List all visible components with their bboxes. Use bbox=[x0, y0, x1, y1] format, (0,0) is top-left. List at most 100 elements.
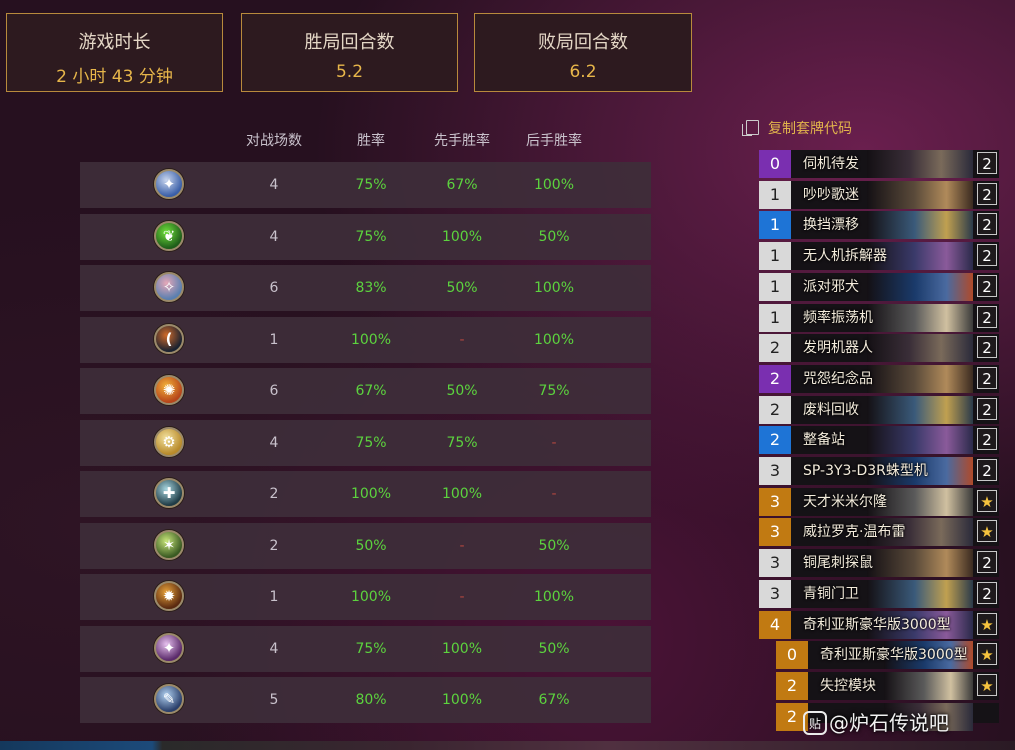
deck-card-row[interactable]: 0 伺机待发 2 bbox=[759, 150, 999, 178]
deck-card-row[interactable]: 1 频率振荡机 2 bbox=[759, 303, 999, 332]
deck-card-row[interactable]: 3 威拉罗克·温布雷 ★ bbox=[759, 518, 999, 547]
first-cell: 50% bbox=[446, 280, 478, 296]
deck-card-row[interactable]: 3 青铜门卫 2 bbox=[759, 579, 999, 608]
table-row: (1 100% - 100% bbox=[80, 316, 651, 363]
deck-card-row[interactable]: 1 吵吵歌迷 2 bbox=[759, 180, 999, 209]
first-cell: - bbox=[459, 331, 465, 348]
winrate-cell: 100% bbox=[350, 589, 392, 605]
legendary-star-icon: ★ bbox=[977, 612, 997, 635]
winrate-cell: 50% bbox=[355, 537, 387, 554]
warlock-hero-icon: ✺ bbox=[154, 375, 184, 405]
first-cell: 100% bbox=[441, 640, 483, 657]
mana-cost: 1 bbox=[759, 180, 791, 209]
table-row: ✧ 6 83% 50% 100% bbox=[80, 265, 651, 311]
winrate-cell: 67% bbox=[355, 383, 387, 399]
card-name: 奇利亚斯豪华版3000型 bbox=[820, 647, 968, 664]
deck-card-row[interactable]: 2 咒怨纪念品 2 bbox=[759, 364, 999, 393]
card-name: 奇利亚斯豪华版3000型 bbox=[803, 616, 951, 633]
deck-card-row[interactable]: 2 整备站 2 bbox=[759, 426, 999, 455]
card-count: 2 bbox=[977, 397, 997, 420]
card-art bbox=[867, 303, 973, 332]
mana-cost: 3 bbox=[759, 457, 791, 485]
playtime-title: 游戏时长 bbox=[78, 32, 151, 53]
winrate-cell: 100% bbox=[350, 486, 392, 502]
card-name: 换挡漂移 bbox=[803, 217, 859, 234]
card-name: 吵吵歌迷 bbox=[803, 186, 859, 203]
second-cell: 100% bbox=[533, 280, 575, 296]
loss-turns-title: 败局回合数 bbox=[538, 32, 628, 53]
header-second-winrate: 后手胜率 bbox=[526, 133, 582, 149]
deck-card-row[interactable]: 2 失控模块 ★ bbox=[776, 671, 999, 700]
second-cell: 50% bbox=[538, 537, 570, 554]
mana-cost: 3 bbox=[759, 518, 791, 547]
mana-cost: 1 bbox=[759, 242, 791, 271]
mana-cost: 1 bbox=[759, 211, 791, 240]
deck-card-row[interactable]: 2 发明机器人 2 bbox=[759, 334, 999, 363]
card-art bbox=[884, 671, 973, 700]
copy-deck-code-button[interactable]: 复制套牌代码 bbox=[742, 118, 852, 138]
winrate-cell: 100% bbox=[350, 331, 392, 348]
mana-cost: 1 bbox=[759, 303, 791, 332]
deck-card-row[interactable]: 3 SP-3Y3-D3R蛛型机 2 bbox=[759, 457, 999, 485]
games-cell: 6 bbox=[269, 280, 279, 296]
deck-card-row[interactable]: 0 奇利亚斯豪华版3000型 ★ bbox=[776, 641, 999, 670]
deck-card-row[interactable]: 1 派对邪犬 2 bbox=[759, 272, 999, 301]
card-name: 失控模块 bbox=[820, 677, 876, 694]
games-cell: 4 bbox=[269, 640, 279, 657]
druid-hero-icon: ❦ bbox=[154, 220, 184, 251]
demon-hunter-hero-icon: ✹ bbox=[154, 581, 184, 611]
card-art bbox=[867, 334, 973, 363]
win-turns-value: 5.2 bbox=[335, 62, 364, 82]
card-count: 2 bbox=[977, 459, 997, 481]
header-first-winrate: 先手胜率 bbox=[434, 133, 490, 149]
games-cell: 4 bbox=[269, 228, 279, 245]
deck-card-row[interactable]: 3 铜尾刺探鼠 2 bbox=[759, 549, 999, 578]
card-art bbox=[867, 272, 973, 301]
legendary-star-icon: ★ bbox=[977, 673, 997, 696]
loss-turns-card: 败局回合数 6.2 bbox=[474, 13, 692, 92]
winrate-cell: 75% bbox=[355, 434, 387, 451]
card-count: 2 bbox=[977, 213, 997, 236]
second-cell: 100% bbox=[533, 331, 575, 348]
card-name: 青铜门卫 bbox=[803, 585, 859, 602]
rogue-hero-icon: ✶ bbox=[154, 529, 184, 560]
warrior-hero-icon: ✚ bbox=[154, 478, 184, 508]
card-name: 威拉罗克·温布雷 bbox=[803, 524, 906, 541]
bottom-strip bbox=[0, 741, 1015, 750]
mana-cost: 3 bbox=[759, 579, 791, 608]
table-row: ✚ 2 100% 100% - bbox=[80, 471, 651, 517]
card-art bbox=[867, 150, 973, 178]
card-count: 2 bbox=[977, 336, 997, 359]
mana-cost: 2 bbox=[759, 426, 791, 455]
card-art bbox=[867, 579, 973, 608]
first-cell: 75% bbox=[446, 434, 478, 451]
card-name: 频率振荡机 bbox=[803, 309, 873, 326]
watermark: 贴 @炉石传说吧 bbox=[803, 707, 949, 736]
deck-card-row[interactable]: 1 换挡漂移 2 bbox=[759, 211, 999, 240]
card-name: SP-3Y3-D3R蛛型机 bbox=[803, 463, 928, 479]
card-art bbox=[867, 549, 973, 578]
first-cell: - bbox=[459, 537, 465, 554]
deck-card-row[interactable]: 3 天才米米尔隆 ★ bbox=[759, 487, 999, 516]
watermark-text: @炉石传说吧 bbox=[829, 711, 949, 735]
card-count: 2 bbox=[977, 152, 997, 174]
second-cell: 67% bbox=[538, 692, 570, 708]
deck-card-row[interactable]: 2 废料回收 2 bbox=[759, 395, 999, 424]
playtime-card: 游戏时长 2 小时 43 分钟 bbox=[6, 13, 223, 92]
table-row: ✦ 4 75% 100% 50% bbox=[80, 625, 651, 672]
second-cell: 100% bbox=[533, 589, 575, 605]
second-cell: 50% bbox=[538, 228, 570, 245]
tieba-icon: 贴 bbox=[803, 711, 827, 735]
card-art bbox=[867, 180, 973, 209]
card-art bbox=[867, 211, 973, 240]
priest-hero-icon: ✦ bbox=[154, 632, 184, 663]
deck-card-row[interactable]: 4 奇利亚斯豪华版3000型 ★ bbox=[759, 610, 999, 639]
mana-cost: 4 bbox=[759, 610, 791, 639]
games-cell: 2 bbox=[269, 486, 279, 502]
deck-card-row[interactable]: 1 无人机拆解器 2 bbox=[759, 242, 999, 271]
win-turns-card: 胜局回合数 5.2 bbox=[241, 13, 458, 92]
card-count: 2 bbox=[977, 551, 997, 574]
card-count: 2 bbox=[977, 581, 997, 604]
mana-cost: 2 bbox=[759, 364, 791, 393]
games-cell: 5 bbox=[269, 692, 279, 708]
